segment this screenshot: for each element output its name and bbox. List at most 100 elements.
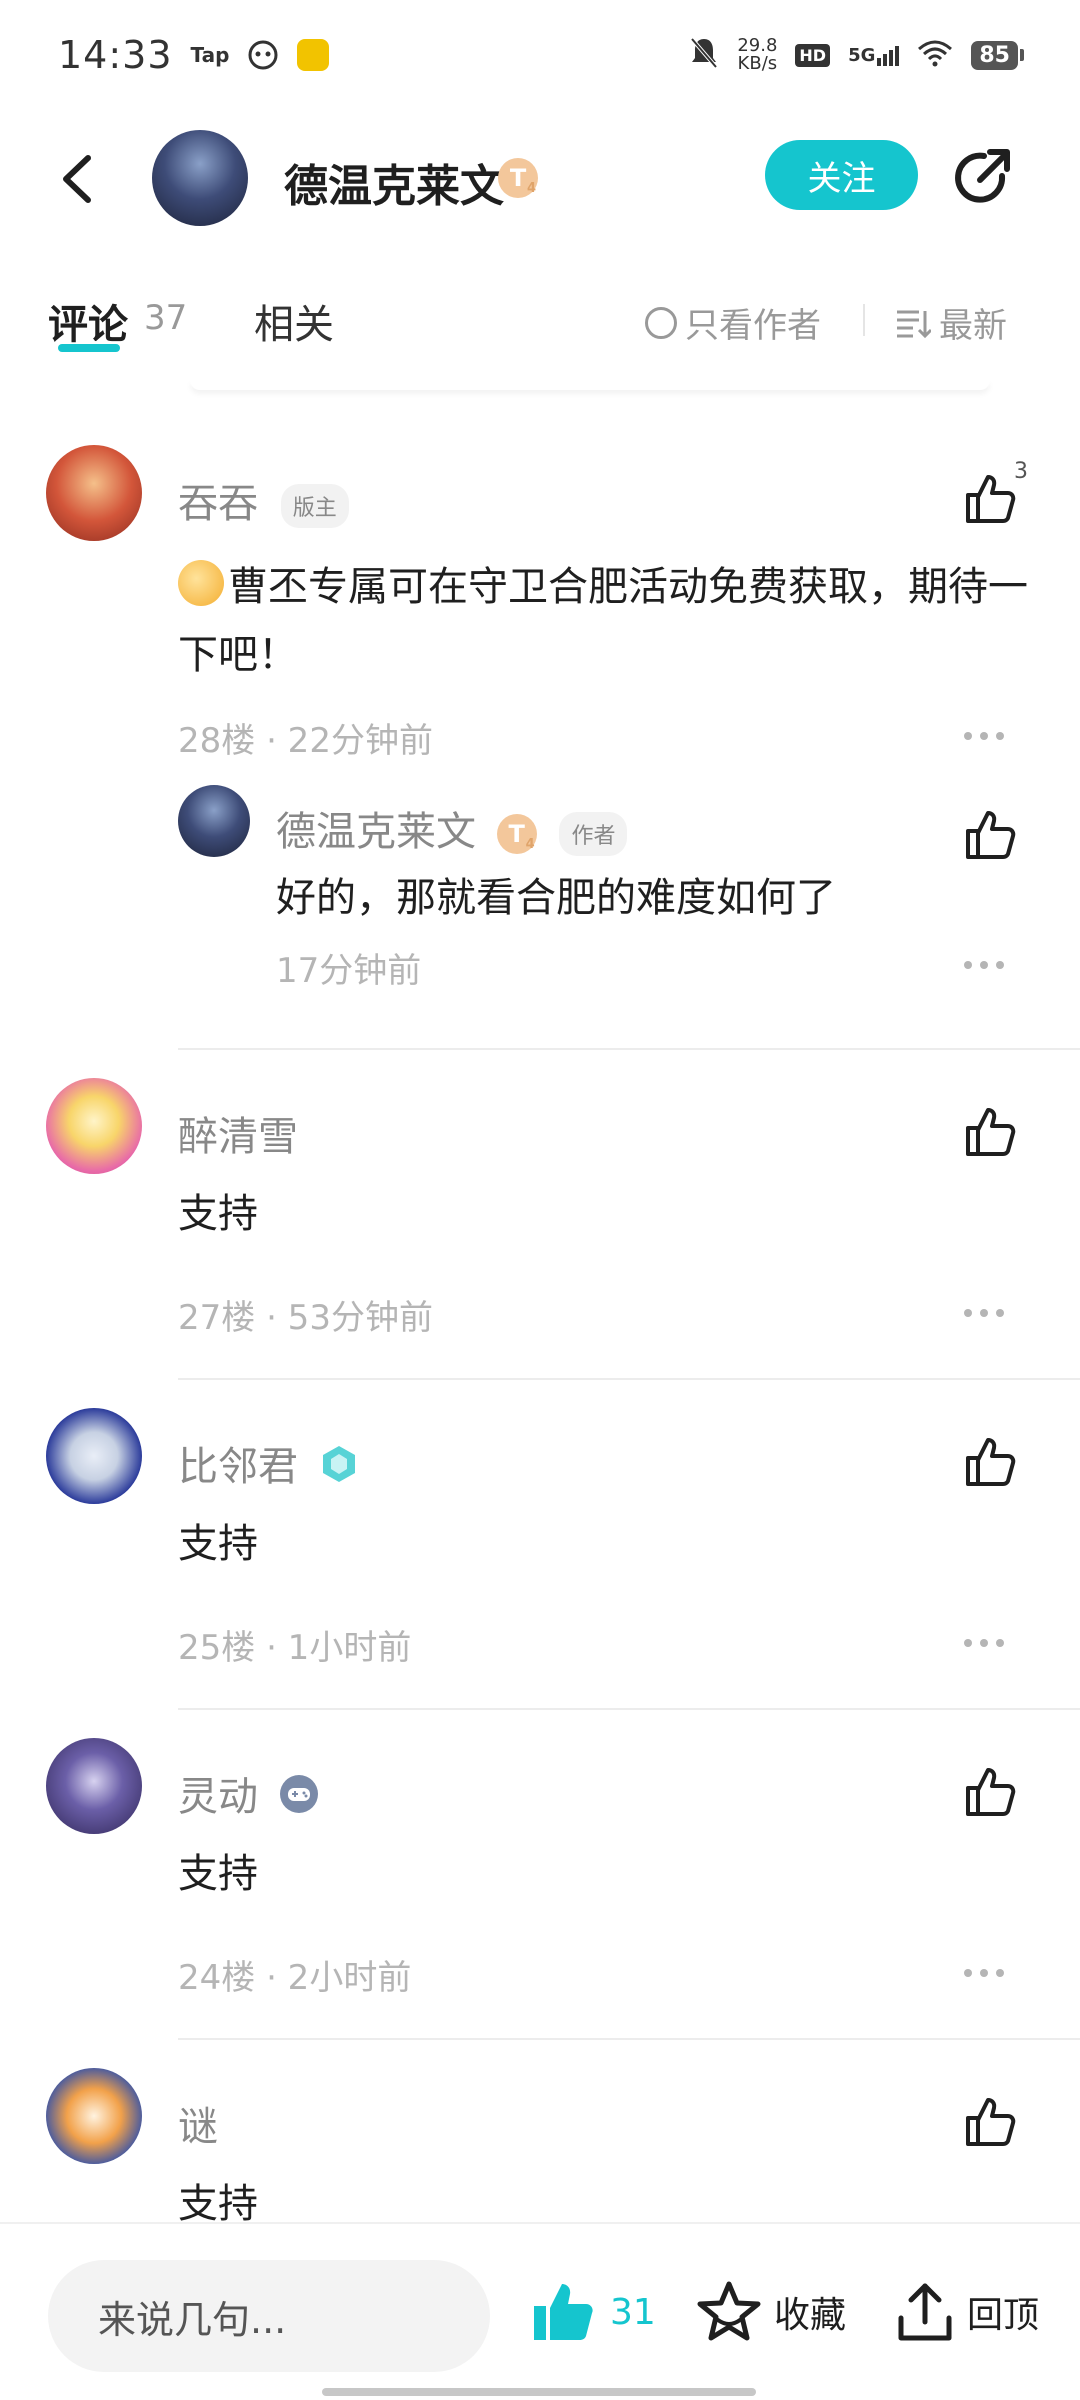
- verified-badge-icon: [319, 1444, 359, 1494]
- thumbs-up-icon: [966, 1438, 1016, 1486]
- status-right: 29.8 KB/s HD 5G 85: [689, 36, 1024, 74]
- like-button[interactable]: [960, 2092, 1020, 2152]
- comment-item[interactable]: 吞吞 版主 3 曹丕专属可在守卫合肥活动免费获取，期待一下吧！ 28楼 · 22…: [0, 445, 1080, 1025]
- comment-item[interactable]: 比邻君 支持 25楼 · 1小时前: [0, 1408, 1080, 1708]
- more-options-button[interactable]: [964, 1966, 1020, 1980]
- thumbs-up-icon: [966, 1108, 1016, 1156]
- status-time: 14:33: [58, 33, 173, 77]
- dot: [964, 732, 972, 740]
- reply-meta: 17分钟前: [276, 951, 422, 991]
- reply-item[interactable]: 德温克莱文 T 4 作者 好的，那就看合肥的难度如何了 17分钟前: [0, 785, 1080, 995]
- battery-tip: [1020, 49, 1024, 61]
- comment-meta: 25楼 · 1小时前: [178, 1628, 412, 1668]
- comment-meta: 27楼 · 53分钟前: [178, 1298, 433, 1338]
- comment-text: 支持: [178, 1851, 258, 1897]
- dot: [980, 732, 988, 740]
- back-button[interactable]: [50, 144, 110, 214]
- comment-text: 支持: [178, 2181, 258, 2222]
- thumbs-up-icon: [966, 1768, 1016, 1816]
- moderator-tag: 版主: [280, 484, 349, 528]
- post-header: 德温克莱文 T 4 关注: [0, 118, 1080, 238]
- level-badge: T 4: [498, 158, 538, 198]
- reply-username[interactable]: 德温克莱文 T 4 作者: [276, 799, 628, 857]
- like-button[interactable]: [960, 1102, 1020, 1162]
- favorite-button[interactable]: 收藏: [696, 2280, 846, 2344]
- comment-username[interactable]: 醉清雪: [178, 1104, 298, 1162]
- sort-button[interactable]: 最新: [895, 298, 1007, 347]
- mute-icon: [689, 36, 719, 74]
- dot: [996, 1969, 1004, 1977]
- comment-item[interactable]: 谜 支持: [0, 2068, 1080, 2222]
- more-options-button[interactable]: [964, 729, 1020, 743]
- chevron-left-icon: [63, 155, 91, 203]
- comment-username[interactable]: 吞吞 版主: [178, 471, 349, 529]
- dot: [996, 732, 1004, 740]
- post-like-button[interactable]: 31: [530, 2280, 656, 2344]
- share-button[interactable]: [950, 146, 1014, 210]
- share-icon: [955, 149, 1010, 203]
- radio-circle-icon: [645, 306, 677, 339]
- more-options-button[interactable]: [964, 1306, 1020, 1320]
- star-icon: [697, 2281, 761, 2341]
- previous-card-edge: [190, 380, 990, 390]
- user-avatar[interactable]: [46, 1408, 142, 1504]
- comment-item[interactable]: 灵动 支持 24楼 · 2小时前: [0, 1738, 1080, 2038]
- comment-text-body: 曹丕专属可在守卫合肥活动免费获取，期待一下吧！: [178, 564, 1028, 678]
- net-speed-unit: KB/s: [737, 53, 778, 74]
- comment-input[interactable]: 来说几句...: [48, 2260, 490, 2372]
- like-button[interactable]: [960, 805, 1020, 865]
- username-text: 吞吞: [178, 481, 258, 527]
- user-avatar[interactable]: [46, 445, 142, 541]
- user-avatar[interactable]: [46, 1078, 142, 1174]
- user-avatar[interactable]: [46, 2068, 142, 2164]
- dot: [964, 1969, 972, 1977]
- like-count: 3: [1014, 459, 1028, 484]
- like-button[interactable]: [960, 1432, 1020, 1492]
- back-to-top-button[interactable]: 回顶: [895, 2280, 1039, 2344]
- username-text: 比邻君: [178, 1444, 298, 1490]
- author-name[interactable]: 德温克莱文: [284, 150, 504, 214]
- dot: [980, 1309, 988, 1317]
- more-options-button[interactable]: [964, 1636, 1020, 1650]
- tab-divider: [863, 304, 865, 336]
- tab-related[interactable]: 相关: [254, 292, 334, 350]
- comment-input-placeholder: 来说几句...: [98, 2297, 287, 2342]
- comment-divider: [178, 1708, 1080, 1710]
- more-options-button[interactable]: [964, 958, 1020, 972]
- thumbs-up-icon: [966, 475, 1016, 523]
- emoji-icon: [178, 560, 224, 606]
- like-button[interactable]: [960, 1762, 1020, 1822]
- dot: [964, 1309, 972, 1317]
- dot: [964, 1639, 972, 1647]
- level-badge-number: 4: [526, 181, 536, 196]
- follow-button[interactable]: 关注: [765, 140, 918, 210]
- level-badge-letter: T: [509, 164, 527, 192]
- back-to-top-label: 回顶: [967, 2295, 1040, 2336]
- comment-item[interactable]: 醉清雪 支持 27楼 · 53分钟前: [0, 1078, 1080, 1378]
- comments-count: 37: [144, 298, 188, 338]
- thumbs-up-icon: [966, 811, 1016, 859]
- comment-meta: 24楼 · 2小时前: [178, 1958, 412, 1998]
- gamepad-badge-icon: [279, 1774, 319, 1824]
- comment-username[interactable]: 谜: [178, 2094, 218, 2152]
- dot: [996, 961, 1004, 969]
- reply-avatar[interactable]: [178, 785, 250, 857]
- author-avatar[interactable]: [152, 130, 248, 226]
- home-indicator[interactable]: [322, 2388, 756, 2396]
- comment-username[interactable]: 灵动: [178, 1764, 319, 1824]
- only-author-label: 只看作者: [685, 306, 821, 346]
- comment-divider: [178, 1378, 1080, 1380]
- comment-text: 支持: [178, 1521, 258, 1567]
- only-author-toggle[interactable]: 只看作者: [645, 298, 821, 347]
- tab-comments[interactable]: 评论: [48, 292, 128, 350]
- comment-text: 支持: [178, 1191, 258, 1237]
- level-badge-letter: T: [508, 820, 525, 848]
- battery-level: 85: [971, 40, 1018, 70]
- thumbs-up-icon: [966, 2098, 1016, 2146]
- dot: [996, 1639, 1004, 1647]
- like-button[interactable]: [960, 469, 1020, 529]
- level-badge: T 4: [496, 814, 537, 854]
- user-avatar[interactable]: [46, 1738, 142, 1834]
- comment-username[interactable]: 比邻君: [178, 1434, 359, 1494]
- thumbs-up-filled-icon: [534, 2284, 593, 2340]
